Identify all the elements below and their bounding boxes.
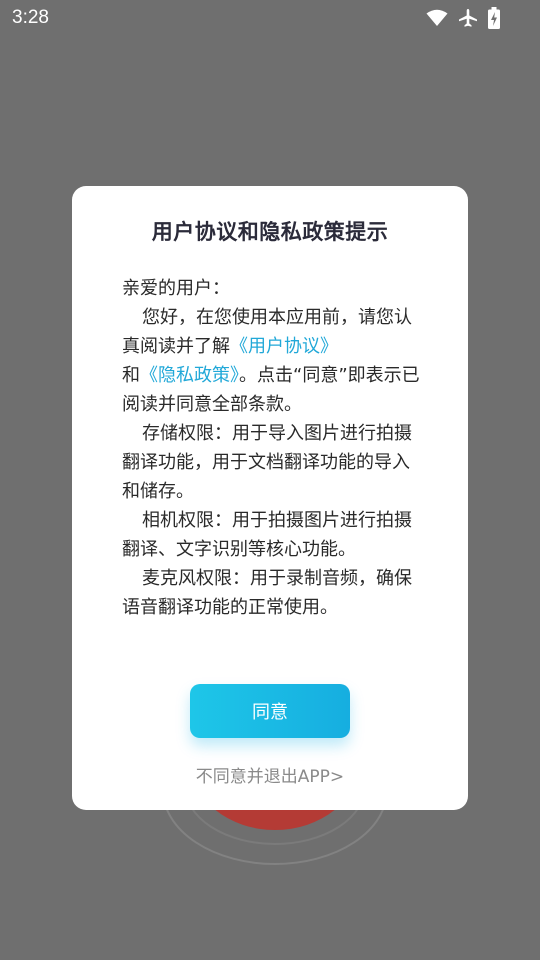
- intro-and-text: 和: [122, 365, 140, 386]
- privacy-consent-dialog: 用户协议和隐私政策提示 亲爱的用户： 您好，在您使用本应用前，请您认真阅读并了解…: [72, 186, 468, 810]
- status-time: 3:28: [12, 7, 49, 28]
- disagree-exit-link[interactable]: 不同意并退出APP>: [72, 762, 468, 787]
- intro-paragraph: 您好，在您使用本应用前，请您认真阅读并了解《用户协议》 和《隐私政策》。点击“同意…: [122, 303, 422, 419]
- microphone-permission-text: 麦克风权限：用于录制音频，确保语音翻译功能的正常使用。: [122, 568, 412, 618]
- status-bar: 3:28: [0, 0, 540, 38]
- dialog-title: 用户协议和隐私政策提示: [151, 220, 389, 244]
- storage-permission-text: 存储权限：用于导入图片进行拍摄翻译功能，用于文档翻译功能的导入和储存。: [122, 423, 412, 502]
- greeting-text: 亲爱的用户：: [122, 278, 230, 299]
- wifi-icon: [426, 9, 448, 27]
- status-icons: [426, 6, 500, 30]
- camera-permission-text: 相机权限：用于拍摄图片进行拍摄翻译、文字识别等核心功能。: [122, 510, 412, 560]
- battery-charging-icon: [488, 7, 500, 29]
- privacy-policy-link[interactable]: 《隐私政策》: [140, 365, 239, 386]
- airplane-icon: [458, 8, 478, 28]
- agree-button[interactable]: 同意: [190, 684, 350, 738]
- user-agreement-link[interactable]: 《用户协议》: [230, 336, 338, 357]
- dialog-body: 亲爱的用户： 您好，在您使用本应用前，请您认真阅读并了解《用户协议》 和《隐私政策…: [122, 274, 422, 622]
